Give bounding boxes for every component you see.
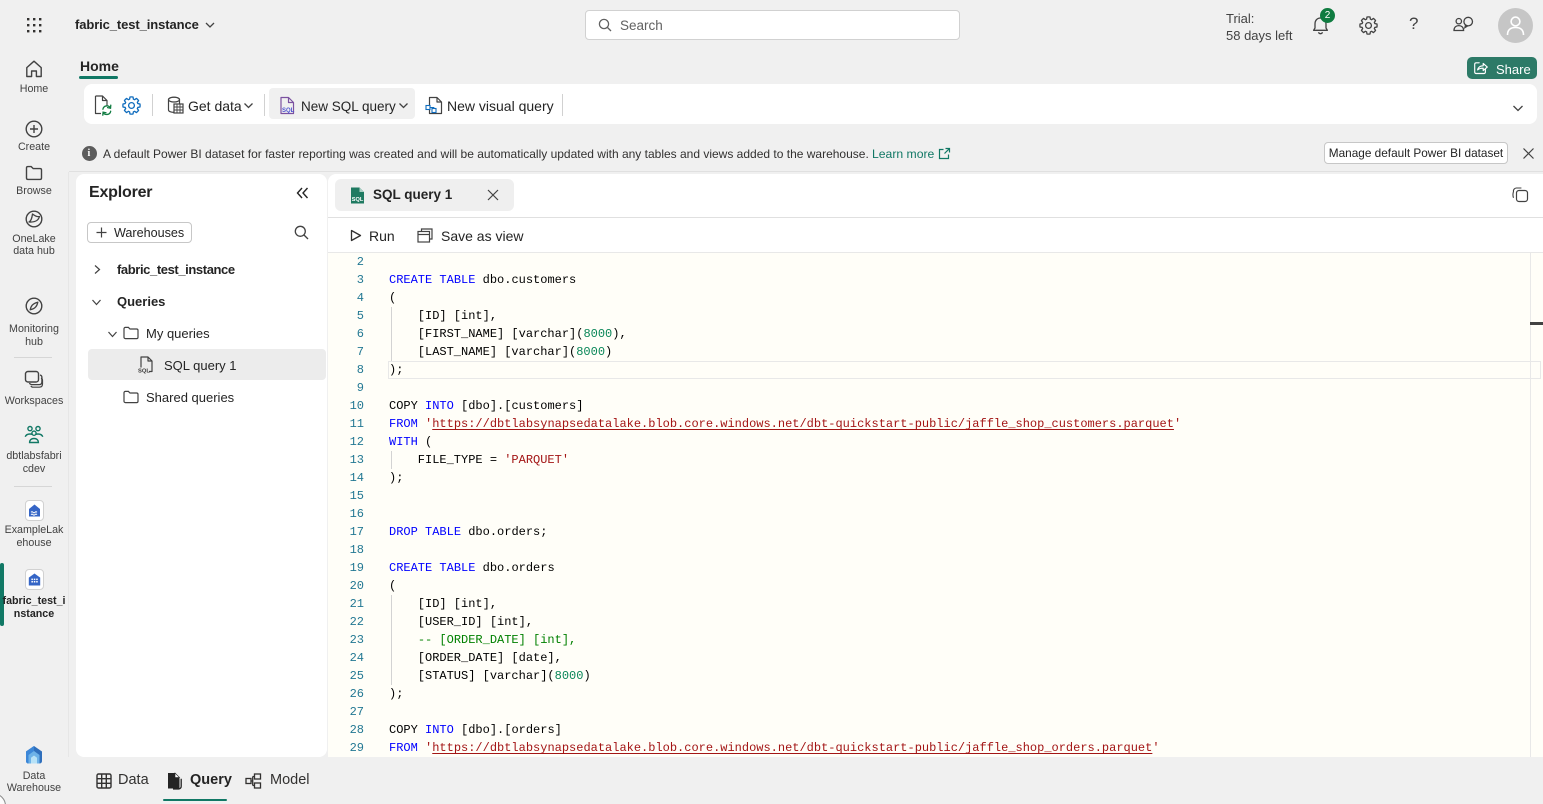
svg-text:SQL: SQL <box>282 108 295 114</box>
svg-text:SQL: SQL <box>138 369 150 375</box>
svg-text:SQL: SQL <box>352 197 364 203</box>
